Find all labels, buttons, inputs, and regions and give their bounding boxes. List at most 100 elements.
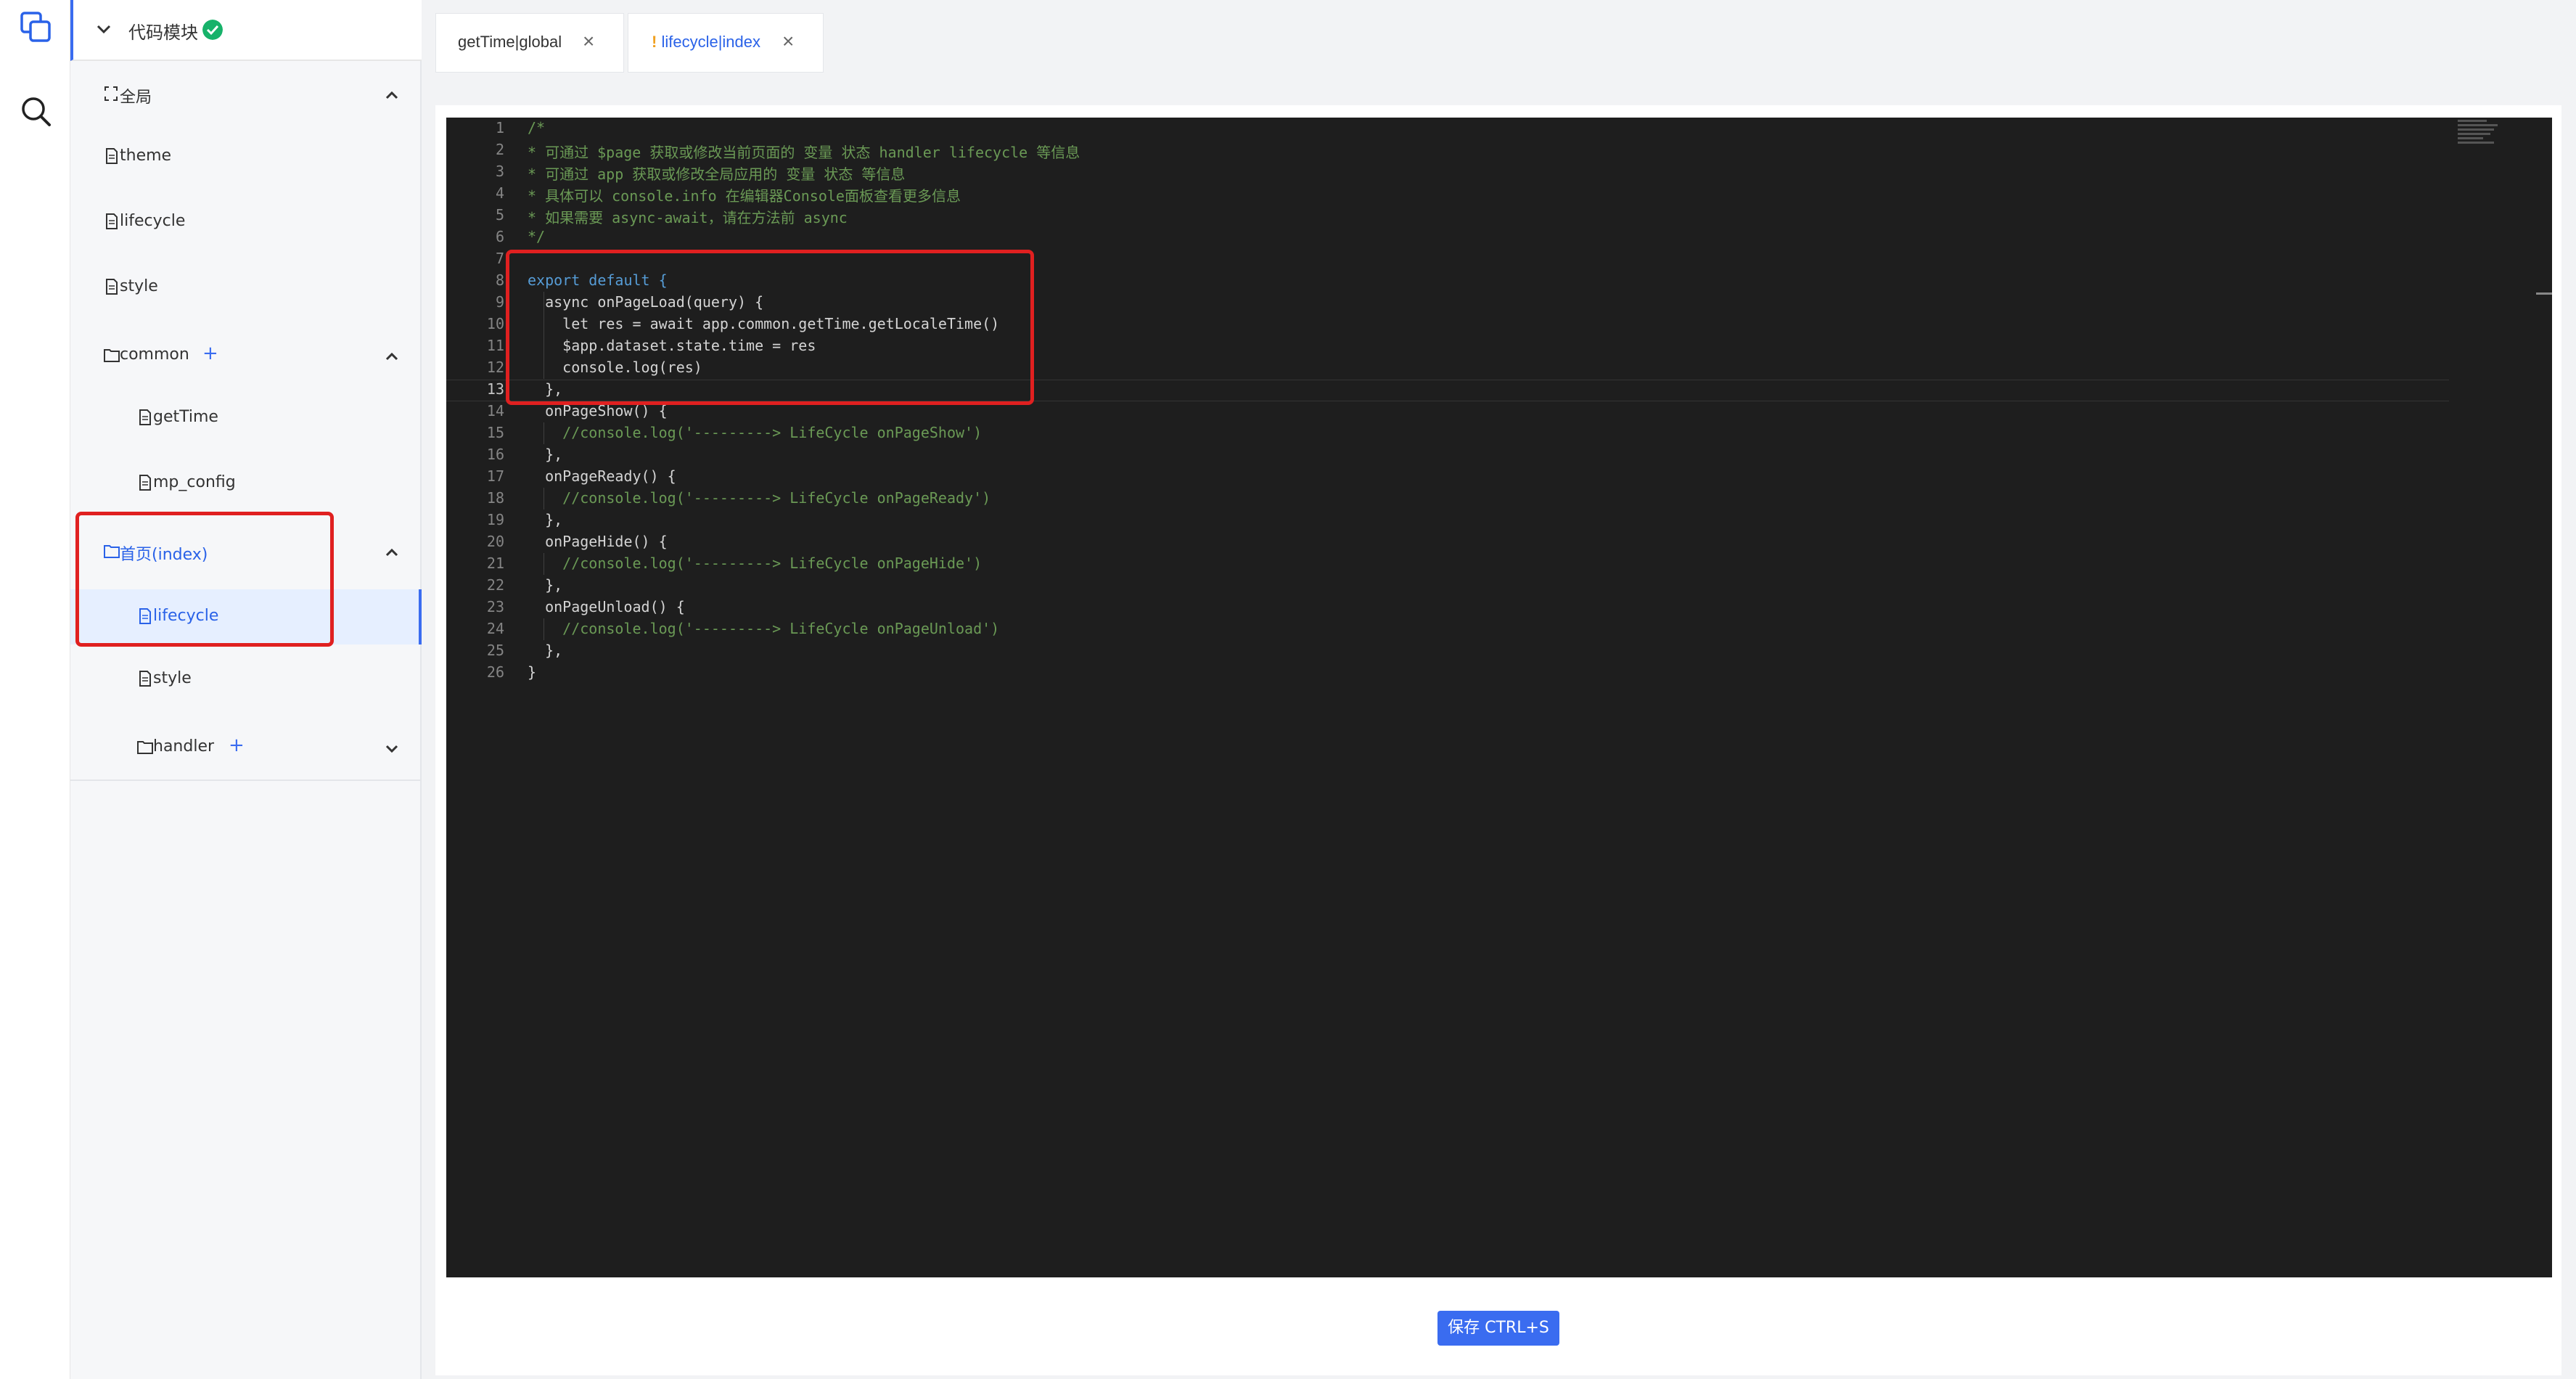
- minimap-line: [2458, 142, 2494, 144]
- tree-node-theme[interactable]: theme: [70, 129, 422, 184]
- line-number: 5: [495, 206, 504, 224]
- code-line: * 如果需要 async-await，请在方法前 async: [528, 209, 848, 226]
- tab-lifecycle-index[interactable]: ! lifecycle|index ×: [628, 13, 824, 73]
- file-icon: [106, 213, 118, 229]
- tree-node-label: style: [120, 277, 158, 295]
- line-number: 16: [486, 446, 504, 463]
- tree-node-style[interactable]: style: [70, 260, 422, 315]
- line-number: 2: [495, 141, 504, 158]
- folder-icon: [137, 741, 153, 754]
- scrollbar-marker[interactable]: [2536, 292, 2552, 295]
- line-number: 6: [495, 228, 504, 245]
- line-number: 17: [486, 467, 504, 485]
- line-number: 20: [486, 533, 504, 550]
- file-icon: [106, 148, 118, 164]
- tree-node-label: getTime: [153, 408, 218, 426]
- add-child-icon[interactable]: +: [229, 734, 245, 756]
- code-line: onPageReady() {: [528, 467, 676, 485]
- unsaved-indicator: !: [652, 33, 657, 51]
- code-line: */: [528, 228, 546, 245]
- tree-title: 代码模块: [128, 22, 198, 43]
- icon-rail: [0, 0, 70, 1379]
- file-icon: [139, 671, 151, 687]
- chevron-up-icon[interactable]: [384, 87, 400, 103]
- code-line: },: [528, 576, 563, 594]
- line-number: 11: [486, 337, 504, 354]
- search-icon[interactable]: [19, 94, 52, 128]
- copy-icon[interactable]: [19, 10, 52, 44]
- tree-node-index-style[interactable]: style: [70, 652, 422, 707]
- chevron-down-icon[interactable]: [384, 740, 400, 756]
- line-number: 9: [495, 293, 504, 311]
- tab-gettime-global[interactable]: getTime|global ×: [435, 13, 624, 73]
- annotation-box-code: [506, 250, 1034, 405]
- tree-node-global[interactable]: 全局: [70, 67, 422, 122]
- tree-node-gettime[interactable]: getTime: [70, 390, 422, 446]
- line-number: 4: [495, 184, 504, 202]
- code-line: },: [528, 642, 563, 659]
- line-number: 8: [495, 271, 504, 289]
- tab-label-text: lifecycle|index: [661, 33, 761, 51]
- tree-node-mp-config[interactable]: mp_config: [70, 456, 422, 511]
- file-tree-panel: 代码模块 全局 theme lifecycle style common + g…: [70, 0, 422, 1379]
- code-line: /*: [528, 119, 546, 136]
- folder-icon: [104, 349, 120, 362]
- line-number: 12: [486, 359, 504, 376]
- code-line: //console.log('---------> LifeCycle onPa…: [528, 620, 1000, 637]
- code-line: * 可通过 app 获取或修改全局应用的 变量 状态 等信息: [528, 165, 906, 183]
- tree-node-label: 全局: [120, 89, 152, 107]
- code-line: //console.log('---------> LifeCycle onPa…: [528, 555, 983, 572]
- close-icon[interactable]: ×: [782, 30, 794, 53]
- line-number: 3: [495, 163, 504, 180]
- code-minimap[interactable]: [2458, 118, 2501, 161]
- scan-icon: [104, 86, 118, 101]
- tree-node-handler[interactable]: handler +: [70, 720, 422, 775]
- chevron-up-icon[interactable]: [384, 348, 400, 364]
- line-number: 23: [486, 598, 504, 615]
- tree-node-common[interactable]: common +: [70, 328, 422, 383]
- tree-node-label: theme: [120, 147, 172, 165]
- add-child-icon[interactable]: +: [202, 343, 218, 364]
- tree-divider: [70, 779, 422, 781]
- code-line: * 具体可以 console.info 在编辑器Console面板查看更多信息: [528, 187, 961, 205]
- code-line: * 可通过 $page 获取或修改当前页面的 变量 状态 handler lif…: [528, 144, 1080, 161]
- tree-node-label: handler: [153, 737, 215, 756]
- tree-node-label: common: [120, 345, 189, 364]
- chevron-up-icon[interactable]: [384, 544, 400, 560]
- minimap-line: [2458, 137, 2483, 139]
- line-number: 22: [486, 576, 504, 594]
- app-root: 代码模块 全局 theme lifecycle style common + g…: [0, 0, 2576, 1379]
- code-line: //console.log('---------> LifeCycle onPa…: [528, 489, 991, 507]
- minimap-line: [2458, 120, 2487, 122]
- tree-node-label: mp_config: [153, 473, 236, 491]
- line-number: 1: [495, 119, 504, 136]
- line-number: 25: [486, 642, 504, 659]
- tree-header[interactable]: 代码模块: [70, 0, 422, 61]
- minimap-line: [2458, 133, 2490, 135]
- chevron-down-icon[interactable]: [95, 20, 112, 38]
- tree-node-label: style: [153, 669, 192, 687]
- tree-node-lifecycle[interactable]: lifecycle: [70, 195, 422, 250]
- code-line: },: [528, 446, 563, 463]
- line-number: 7: [495, 250, 504, 267]
- code-line: },: [528, 511, 563, 528]
- save-button[interactable]: 保存 CTRL+S: [1437, 1311, 1559, 1346]
- file-icon: [106, 279, 118, 295]
- minimap-line: [2458, 128, 2494, 131]
- code-line: }: [528, 663, 537, 681]
- tab-label: ! lifecycle|index: [652, 33, 760, 52]
- tree-node-label: lifecycle: [120, 212, 186, 230]
- code-line: onPageHide() {: [528, 533, 668, 550]
- code-line: onPageUnload() {: [528, 598, 685, 615]
- line-number: 14: [486, 402, 504, 420]
- annotation-box-tree: [75, 512, 334, 647]
- check-circle-icon: [202, 20, 223, 40]
- close-icon[interactable]: ×: [583, 30, 594, 53]
- line-number: 15: [486, 424, 504, 441]
- minimap-line: [2458, 124, 2498, 126]
- line-number: 24: [486, 620, 504, 637]
- line-number: 13: [486, 380, 504, 398]
- line-number: 26: [486, 663, 504, 681]
- file-icon: [139, 409, 151, 425]
- tab-label: getTime|global: [458, 33, 562, 51]
